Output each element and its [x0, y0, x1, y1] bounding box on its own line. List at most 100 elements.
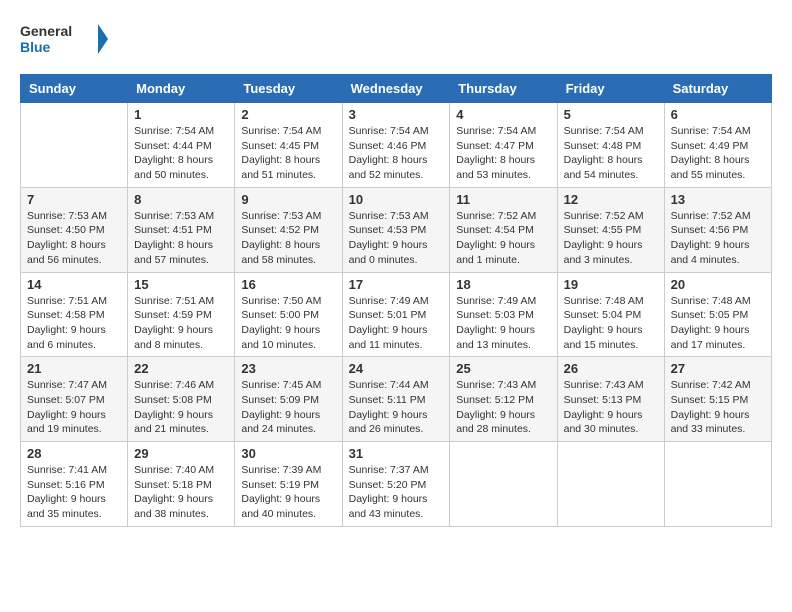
svg-text:General: General [20, 23, 72, 39]
weekday-header-tuesday: Tuesday [235, 75, 342, 103]
day-info: Sunrise: 7:37 AM Sunset: 5:20 PM Dayligh… [349, 463, 444, 522]
day-info: Sunrise: 7:53 AM Sunset: 4:50 PM Dayligh… [27, 209, 121, 268]
day-number: 6 [671, 107, 765, 122]
calendar-cell [557, 442, 664, 527]
day-info: Sunrise: 7:54 AM Sunset: 4:48 PM Dayligh… [564, 124, 658, 183]
day-info: Sunrise: 7:53 AM Sunset: 4:52 PM Dayligh… [241, 209, 335, 268]
calendar-cell: 4Sunrise: 7:54 AM Sunset: 4:47 PM Daylig… [450, 103, 557, 188]
calendar-cell: 28 Sunrise: 7:41 AM Sunset: 5:16 PM Dayli… [21, 442, 128, 527]
day-info: Sunrise: 7:47 AM Sunset: 5:07 PM Dayligh… [27, 378, 121, 437]
day-number: 8 [134, 192, 228, 207]
calendar-cell: 31 Sunrise: 7:37 AM Sunset: 5:20 PM Dayli… [342, 442, 450, 527]
day-info: Sunrise: 7:52 AM Sunset: 4:55 PM Dayligh… [564, 209, 658, 268]
page-header: General Blue [20, 20, 772, 58]
day-number: 16 [241, 277, 335, 292]
calendar-week-row: 21 Sunrise: 7:47 AM Sunset: 5:07 PM Dayli… [21, 357, 772, 442]
calendar-cell: 20 Sunrise: 7:48 AM Sunset: 5:05 PM Dayli… [664, 272, 771, 357]
day-number: 13 [671, 192, 765, 207]
day-number: 25 [456, 361, 550, 376]
day-info: Sunrise: 7:51 AM Sunset: 4:59 PM Dayligh… [134, 294, 228, 353]
logo: General Blue [20, 20, 110, 58]
calendar-cell: 3 Sunrise: 7:54 AM Sunset: 4:46 PM Daylig… [342, 103, 450, 188]
calendar-cell [664, 442, 771, 527]
logo-svg: General Blue [20, 20, 110, 58]
calendar-cell: 27Sunrise: 7:42 AM Sunset: 5:15 PM Dayli… [664, 357, 771, 442]
day-info: Sunrise: 7:54 AM Sunset: 4:46 PM Dayligh… [349, 124, 444, 183]
day-number: 10 [349, 192, 444, 207]
weekday-header-saturday: Saturday [664, 75, 771, 103]
calendar-cell: 13 Sunrise: 7:52 AM Sunset: 4:56 PM Dayli… [664, 187, 771, 272]
day-number: 18 [456, 277, 550, 292]
calendar-cell: 25 Sunrise: 7:43 AM Sunset: 5:12 PM Dayli… [450, 357, 557, 442]
calendar-cell: 24Sunrise: 7:44 AM Sunset: 5:11 PM Dayli… [342, 357, 450, 442]
calendar-cell [450, 442, 557, 527]
calendar-cell [21, 103, 128, 188]
day-number: 28 [27, 446, 121, 461]
day-info: Sunrise: 7:44 AM Sunset: 5:11 PM Dayligh… [349, 378, 444, 437]
calendar-cell: 23Sunrise: 7:45 AM Sunset: 5:09 PM Dayli… [235, 357, 342, 442]
day-info: Sunrise: 7:51 AM Sunset: 4:58 PM Dayligh… [27, 294, 121, 353]
calendar-header-row: SundayMondayTuesdayWednesdayThursdayFrid… [21, 75, 772, 103]
day-info: Sunrise: 7:41 AM Sunset: 5:16 PM Dayligh… [27, 463, 121, 522]
calendar-cell: 15 Sunrise: 7:51 AM Sunset: 4:59 PM Dayli… [128, 272, 235, 357]
calendar-cell: 12Sunrise: 7:52 AM Sunset: 4:55 PM Dayli… [557, 187, 664, 272]
day-info: Sunrise: 7:54 AM Sunset: 4:45 PM Dayligh… [241, 124, 335, 183]
day-info: Sunrise: 7:46 AM Sunset: 5:08 PM Dayligh… [134, 378, 228, 437]
day-number: 23 [241, 361, 335, 376]
day-number: 5 [564, 107, 658, 122]
day-number: 19 [564, 277, 658, 292]
day-info: Sunrise: 7:53 AM Sunset: 4:51 PM Dayligh… [134, 209, 228, 268]
day-number: 31 [349, 446, 444, 461]
day-info: Sunrise: 7:48 AM Sunset: 5:05 PM Dayligh… [671, 294, 765, 353]
calendar-cell: 11Sunrise: 7:52 AM Sunset: 4:54 PM Dayli… [450, 187, 557, 272]
day-info: Sunrise: 7:54 AM Sunset: 4:44 PM Dayligh… [134, 124, 228, 183]
day-number: 7 [27, 192, 121, 207]
calendar-cell: 22 Sunrise: 7:46 AM Sunset: 5:08 PM Dayli… [128, 357, 235, 442]
day-number: 14 [27, 277, 121, 292]
day-info: Sunrise: 7:49 AM Sunset: 5:01 PM Dayligh… [349, 294, 444, 353]
day-info: Sunrise: 7:40 AM Sunset: 5:18 PM Dayligh… [134, 463, 228, 522]
calendar-cell: 17 Sunrise: 7:49 AM Sunset: 5:01 PM Dayli… [342, 272, 450, 357]
calendar-cell: 21 Sunrise: 7:47 AM Sunset: 5:07 PM Dayli… [21, 357, 128, 442]
calendar-week-row: 1 Sunrise: 7:54 AM Sunset: 4:44 PM Daylig… [21, 103, 772, 188]
calendar-cell: 10 Sunrise: 7:53 AM Sunset: 4:53 PM Dayli… [342, 187, 450, 272]
day-number: 20 [671, 277, 765, 292]
day-info: Sunrise: 7:53 AM Sunset: 4:53 PM Dayligh… [349, 209, 444, 268]
weekday-header-friday: Friday [557, 75, 664, 103]
day-info: Sunrise: 7:48 AM Sunset: 5:04 PM Dayligh… [564, 294, 658, 353]
calendar-week-row: 28 Sunrise: 7:41 AM Sunset: 5:16 PM Dayli… [21, 442, 772, 527]
day-info: Sunrise: 7:50 AM Sunset: 5:00 PM Dayligh… [241, 294, 335, 353]
calendar-cell: 29 Sunrise: 7:40 AM Sunset: 5:18 PM Dayli… [128, 442, 235, 527]
day-number: 1 [134, 107, 228, 122]
svg-text:Blue: Blue [20, 39, 51, 55]
day-info: Sunrise: 7:39 AM Sunset: 5:19 PM Dayligh… [241, 463, 335, 522]
day-number: 2 [241, 107, 335, 122]
weekday-header-sunday: Sunday [21, 75, 128, 103]
day-number: 17 [349, 277, 444, 292]
calendar-cell: 2 Sunrise: 7:54 AM Sunset: 4:45 PM Daylig… [235, 103, 342, 188]
weekday-header-monday: Monday [128, 75, 235, 103]
day-number: 30 [241, 446, 335, 461]
day-number: 15 [134, 277, 228, 292]
day-number: 22 [134, 361, 228, 376]
day-info: Sunrise: 7:43 AM Sunset: 5:12 PM Dayligh… [456, 378, 550, 437]
day-number: 9 [241, 192, 335, 207]
weekday-header-wednesday: Wednesday [342, 75, 450, 103]
calendar-cell: 9 Sunrise: 7:53 AM Sunset: 4:52 PM Daylig… [235, 187, 342, 272]
calendar-cell: 5 Sunrise: 7:54 AM Sunset: 4:48 PM Daylig… [557, 103, 664, 188]
weekday-header-thursday: Thursday [450, 75, 557, 103]
day-info: Sunrise: 7:42 AM Sunset: 5:15 PM Dayligh… [671, 378, 765, 437]
calendar-cell: 30 Sunrise: 7:39 AM Sunset: 5:19 PM Dayli… [235, 442, 342, 527]
day-number: 11 [456, 192, 550, 207]
day-info: Sunrise: 7:52 AM Sunset: 4:56 PM Dayligh… [671, 209, 765, 268]
calendar-cell: 14 Sunrise: 7:51 AM Sunset: 4:58 PM Dayli… [21, 272, 128, 357]
calendar-cell: 26 Sunrise: 7:43 AM Sunset: 5:13 PM Dayli… [557, 357, 664, 442]
calendar-cell: 7 Sunrise: 7:53 AM Sunset: 4:50 PM Daylig… [21, 187, 128, 272]
calendar-cell: 19 Sunrise: 7:48 AM Sunset: 5:04 PM Dayli… [557, 272, 664, 357]
day-number: 3 [349, 107, 444, 122]
day-number: 21 [27, 361, 121, 376]
day-info: Sunrise: 7:54 AM Sunset: 4:47 PM Dayligh… [456, 124, 550, 183]
day-info: Sunrise: 7:43 AM Sunset: 5:13 PM Dayligh… [564, 378, 658, 437]
day-number: 26 [564, 361, 658, 376]
day-number: 29 [134, 446, 228, 461]
